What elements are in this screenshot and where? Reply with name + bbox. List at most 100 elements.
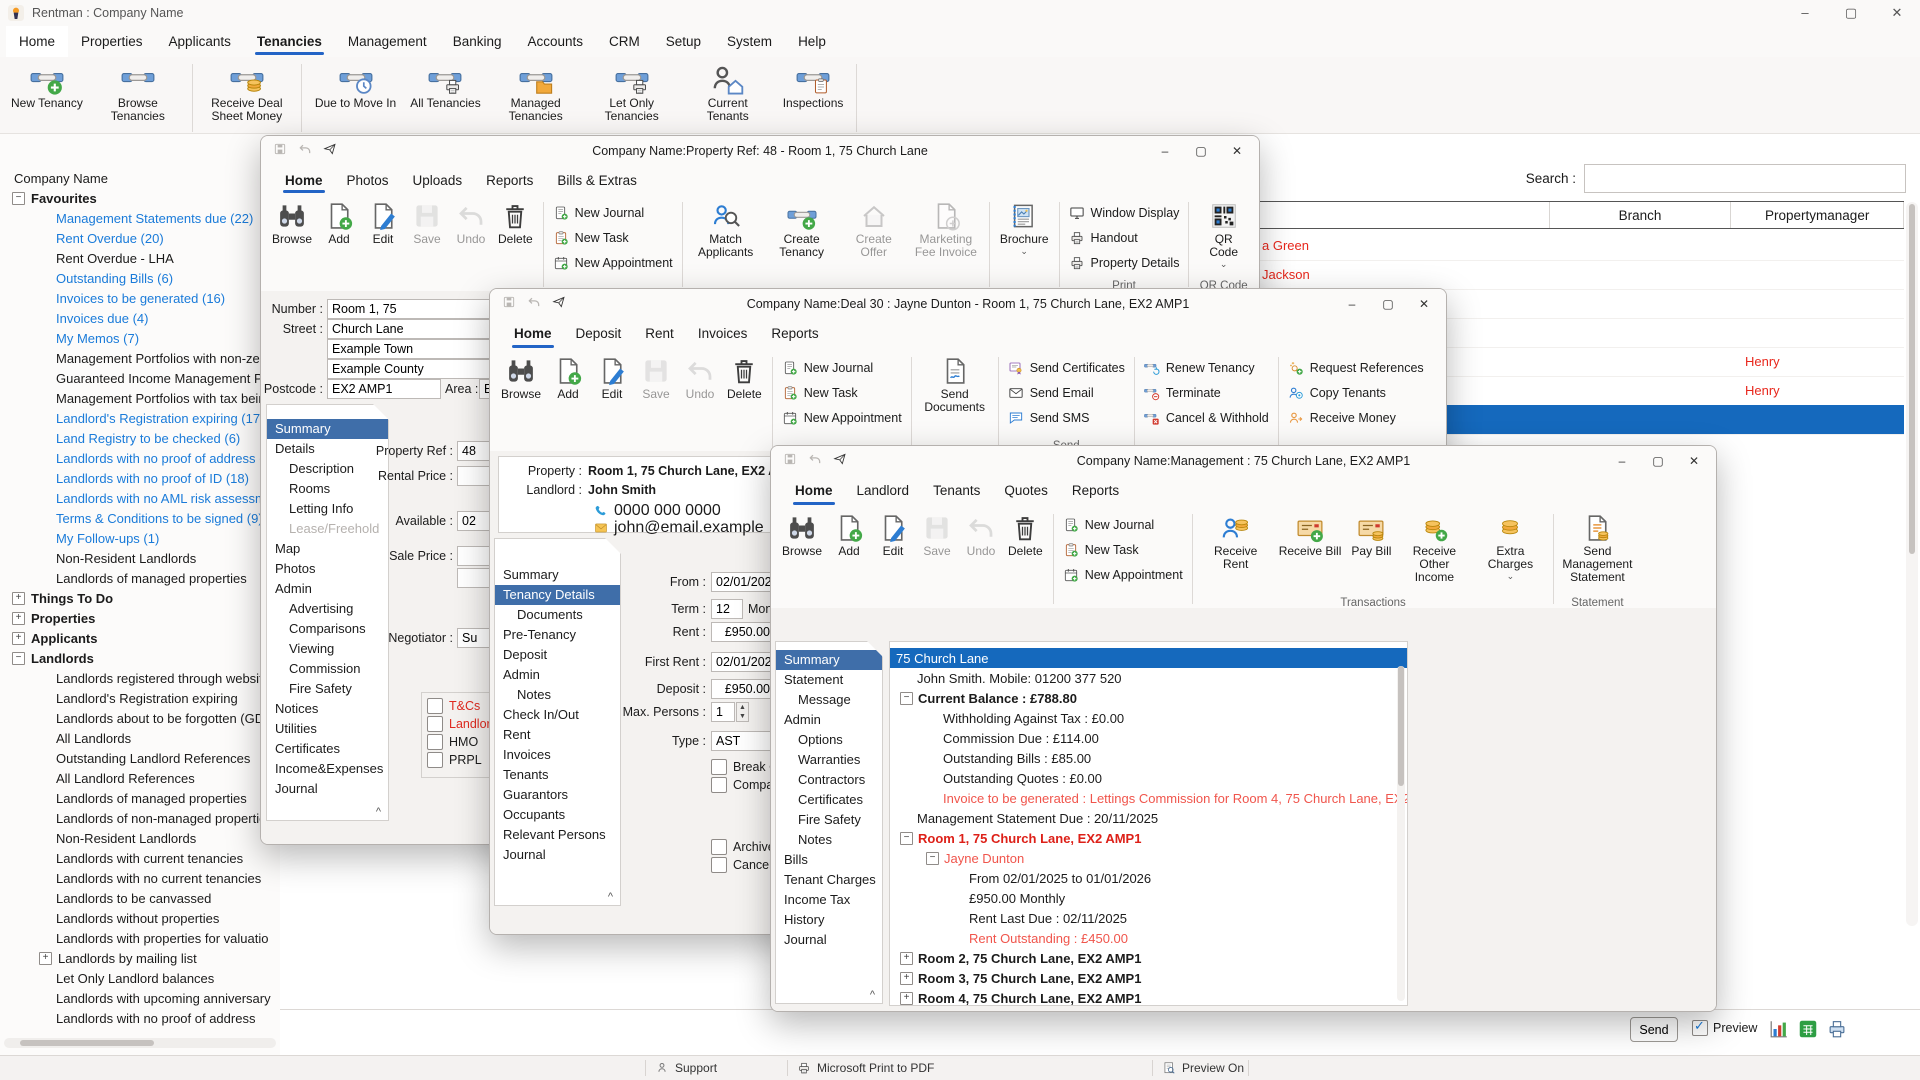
tree-row-invoice-to-be-generated-lettings-commiss[interactable]: Invoice to be generated : Lettings Commi…: [890, 788, 1407, 808]
tree-row-room-3-75-church-lane-ex2-amp1[interactable]: +Room 3, 75 Church Lane, EX2 AMP1: [890, 968, 1407, 988]
all-tenancies-button[interactable]: All Tenancies: [403, 60, 488, 112]
tree-row-commission-due-114-00[interactable]: Commission Due : £114.00: [890, 728, 1407, 748]
sidebar-item-landlords-of-managed-properties[interactable]: Landlords of managed properties: [0, 568, 280, 588]
checkbox-hmo[interactable]: HMO: [427, 734, 478, 750]
collapse-icon[interactable]: −: [900, 832, 913, 845]
nav-item-message[interactable]: Message: [776, 690, 882, 710]
scrollbar-thumb[interactable]: [1909, 204, 1915, 554]
send-management-statement-button[interactable]: Send Management Statement: [1559, 510, 1635, 584]
receive-bill-button[interactable]: Receive Bill: [1274, 510, 1347, 558]
managed-tenancies-button[interactable]: Managed Tenancies: [488, 60, 584, 125]
sidebar-item-landlords-with-no-proof-of-id-18[interactable]: Landlords with no proof of ID (18): [0, 468, 280, 488]
edit-button[interactable]: Edit: [361, 198, 405, 246]
checkbox-box[interactable]: [427, 734, 443, 750]
delete-button[interactable]: Delete: [722, 353, 767, 401]
scroll-up-icon[interactable]: ^: [376, 806, 381, 818]
expand-icon[interactable]: +: [39, 952, 52, 965]
add-button[interactable]: Add: [317, 198, 361, 246]
tab-invoices[interactable]: Invoices: [688, 319, 758, 351]
chart-button[interactable]: [1768, 1018, 1790, 1045]
street-input[interactable]: [327, 319, 491, 339]
table-vertical-scrollbar[interactable]: [1906, 202, 1918, 926]
status-item-preview-on[interactable]: Preview On: [1162, 1056, 1244, 1080]
checkbox-t-cs[interactable]: T&Cs: [427, 698, 480, 714]
collapse-icon[interactable]: −: [900, 692, 913, 705]
menu-item-accounts[interactable]: Accounts: [514, 26, 596, 57]
menu-item-crm[interactable]: CRM: [596, 26, 653, 57]
expand-icon[interactable]: +: [900, 992, 913, 1005]
close-button[interactable]: ✕: [1219, 144, 1255, 158]
nav-item-certificates[interactable]: Certificates: [267, 739, 388, 759]
sidebar-item-guaranteed-income-management-por[interactable]: Guaranteed Income Management Por: [0, 368, 280, 388]
send-email-button[interactable]: Send Email: [1004, 380, 1129, 405]
minimize-button[interactable]: –: [1147, 144, 1183, 158]
tab-reports[interactable]: Reports: [476, 166, 543, 196]
sidebar-item-invoices-to-be-generated-16[interactable]: Invoices to be generated (16): [0, 288, 280, 308]
sidebar-item-landlords-without-properties[interactable]: Landlords without properties: [0, 908, 280, 928]
from-input[interactable]: [711, 572, 775, 592]
tab-reports[interactable]: Reports: [761, 319, 828, 351]
tab-photos[interactable]: Photos: [337, 166, 399, 196]
new-journal-button[interactable]: New Journal: [778, 355, 906, 380]
new-journal-button[interactable]: New Journal: [549, 200, 677, 225]
nav-item-summary[interactable]: Summary: [495, 565, 620, 585]
save-button[interactable]: Save: [915, 510, 959, 558]
tab-reports[interactable]: Reports: [1062, 476, 1129, 508]
nav-item-fire-safety[interactable]: Fire Safety: [776, 810, 882, 830]
send-documents-button[interactable]: Send Documents: [917, 353, 993, 414]
browse-button[interactable]: Browse: [496, 353, 546, 401]
expand-icon[interactable]: +: [12, 632, 25, 645]
sidebar-item-rent-overdue-20[interactable]: Rent Overdue (20): [0, 228, 280, 248]
county-input[interactable]: [327, 359, 491, 379]
nav-item-admin[interactable]: Admin: [495, 665, 620, 685]
sidebar-item-management-statements-due-22[interactable]: Management Statements due (22): [0, 208, 280, 228]
due-to-move-in-button[interactable]: Due to Move In: [308, 60, 403, 112]
edit-button[interactable]: Edit: [590, 353, 634, 401]
sidebar-item-landlords[interactable]: −Landlords: [0, 648, 280, 668]
collapse-icon[interactable]: −: [12, 192, 25, 205]
menu-item-banking[interactable]: Banking: [440, 26, 515, 57]
tree-row-room-4-75-church-lane-ex2-amp1[interactable]: +Room 4, 75 Church Lane, EX2 AMP1: [890, 988, 1407, 1006]
new-task-button[interactable]: New Task: [778, 380, 906, 405]
sidebar-item-landlords-with-current-tenancies[interactable]: Landlords with current tenancies: [0, 848, 280, 868]
nav-item-contractors[interactable]: Contractors: [776, 770, 882, 790]
sidebar-item-company-name[interactable]: Company Name: [0, 168, 280, 188]
window-display-button[interactable]: Window Display: [1065, 200, 1184, 225]
sidebar-item-non-resident-landlords[interactable]: Non-Resident Landlords: [0, 828, 280, 848]
tab-home[interactable]: Home: [275, 166, 333, 196]
save-button[interactable]: Save: [405, 198, 449, 246]
save-quick-button[interactable]: [273, 142, 287, 161]
minimize-button[interactable]: –: [1604, 454, 1640, 468]
sidebar-item-outstanding-landlord-references[interactable]: Outstanding Landlord References: [0, 748, 280, 768]
edit-button[interactable]: Edit: [871, 510, 915, 558]
sidebar-item-terms-conditions-to-be-signed-9[interactable]: Terms & Conditions to be signed (9): [0, 508, 280, 528]
town-input[interactable]: [327, 339, 491, 359]
sidebar-item-all-landlords[interactable]: All Landlords: [0, 728, 280, 748]
tree-row-john-smith-mobile-01200-377-520[interactable]: John Smith. Mobile: 01200 377 520: [890, 668, 1407, 688]
sidebar-item-my-memos-7[interactable]: My Memos (7): [0, 328, 280, 348]
tab-uploads[interactable]: Uploads: [403, 166, 473, 196]
postcode-input[interactable]: [327, 379, 441, 399]
term-input[interactable]: [711, 599, 743, 619]
email-value[interactable]: john@email.example: [614, 519, 764, 537]
new-tenancy-button[interactable]: New Tenancy: [4, 60, 90, 112]
expand-icon[interactable]: +: [900, 952, 913, 965]
collapse-icon[interactable]: −: [926, 852, 939, 865]
sidebar-item-outstanding-bills-6[interactable]: Outstanding Bills (6): [0, 268, 280, 288]
create-tenancy-button[interactable]: Create Tenancy: [764, 198, 840, 259]
tree-row-outstanding-bills-85-00[interactable]: Outstanding Bills : £85.00: [890, 748, 1407, 768]
print-button[interactable]: [1826, 1018, 1848, 1045]
column-header-branch[interactable]: Branch: [1550, 202, 1732, 228]
menu-item-system[interactable]: System: [714, 26, 785, 57]
expand-icon[interactable]: +: [12, 592, 25, 605]
sidebar-item-landlords-with-no-aml-risk-assessme[interactable]: Landlords with no AML risk assessme: [0, 488, 280, 508]
nav-item-warranties[interactable]: Warranties: [776, 750, 882, 770]
sidebar-item-landlords-of-non-managed-propertie[interactable]: Landlords of non-managed propertie: [0, 808, 280, 828]
sidebar-item-landlord-s-registration-expiring-17[interactable]: Landlord's Registration expiring (17): [0, 408, 280, 428]
undo-quick-button[interactable]: [808, 452, 822, 471]
max-persons-input[interactable]: [711, 702, 735, 722]
nav-item-rent[interactable]: Rent: [495, 725, 620, 745]
sidebar-item-my-follow-ups-1[interactable]: My Follow-ups (1): [0, 528, 280, 548]
renew-tenancy-button[interactable]: Renew Tenancy: [1140, 355, 1273, 380]
checkbox-box[interactable]: [427, 698, 443, 714]
